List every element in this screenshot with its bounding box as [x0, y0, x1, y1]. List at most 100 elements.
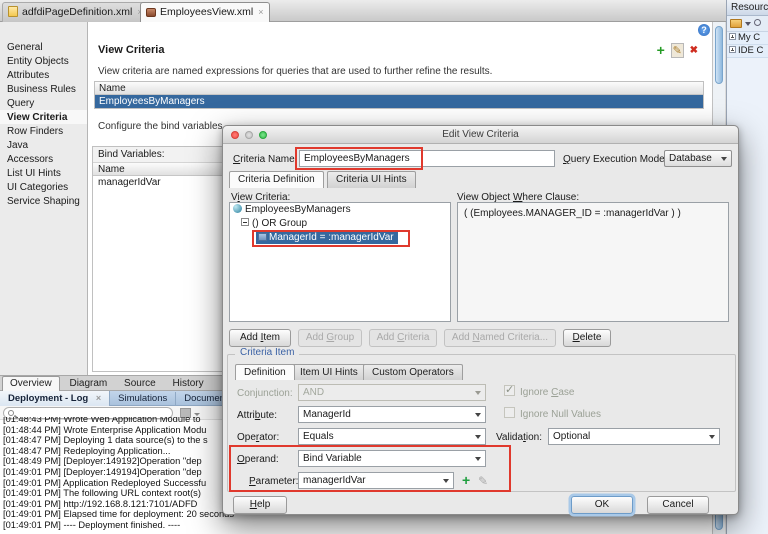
query-execution-mode-select[interactable]: Database — [664, 150, 732, 167]
nav-item-view-criteria[interactable]: View Criteria — [0, 110, 87, 124]
tab-custom-operators[interactable]: Custom Operators — [363, 364, 463, 380]
new-catalog-folder-icon[interactable] — [730, 19, 742, 28]
tree-item-row-selected[interactable]: ManagerId = :managerIdVar — [230, 231, 450, 245]
nav-item-general[interactable]: General — [0, 40, 87, 54]
nav-item-ui-categories[interactable]: UI Categories — [0, 180, 87, 194]
tree-group-label: () OR Group — [252, 218, 308, 229]
validation-select[interactable]: Optional — [548, 428, 720, 445]
tab-item-ui-hints[interactable]: Item UI Hints — [291, 364, 367, 380]
tab-deployment-log[interactable]: Deployment - Log × — [0, 391, 111, 406]
operand-label: Operand: — [237, 454, 279, 465]
create-bind-variable-icon[interactable]: + — [462, 472, 470, 488]
edit-view-criteria-dialog: Edit View Criteria Criteria Name: Employ… — [222, 125, 739, 515]
criteria-name-label: Criteria Name: — [233, 154, 298, 165]
expand-icon[interactable] — [729, 33, 736, 40]
ignore-case-checkbox[interactable]: ✓ — [504, 384, 515, 396]
tab-label: EmployeesView.xml — [160, 6, 254, 18]
tab-definition[interactable]: Definition — [235, 364, 295, 380]
add-view-criteria-icon[interactable]: + — [657, 42, 665, 58]
operand-select[interactable]: Bind Variable — [298, 450, 486, 467]
nav-item-attributes[interactable]: Attributes — [0, 68, 87, 82]
nav-item-java[interactable]: Java — [0, 138, 87, 152]
overview-nav-sidebar: General Entity Objects Attributes Busine… — [0, 22, 88, 375]
nav-item-query[interactable]: Query — [0, 96, 87, 110]
resources-item-my-catalogs[interactable]: My C — [727, 32, 768, 45]
tab-simulations[interactable]: Simulations — [110, 392, 177, 407]
add-named-criteria-button[interactable]: Add Named Criteria... — [444, 329, 556, 347]
scrollbar-thumb[interactable] — [715, 26, 723, 84]
where-clause-text: ( (Employees.MANAGER_ID = :managerIdVar … — [464, 208, 681, 219]
help-button[interactable]: Help — [233, 496, 287, 514]
nav-item-business-rules[interactable]: Business Rules — [0, 82, 87, 96]
resources-item-label: My C — [738, 32, 761, 43]
tab-adfdipagedefinition[interactable]: adfdiPageDefinition.xml× — [2, 2, 150, 22]
close-tab-icon[interactable]: × — [258, 7, 263, 17]
log-tab-label: Deployment - Log — [8, 393, 89, 404]
dropdown-arrow-icon — [475, 413, 481, 417]
zoom-window-icon[interactable] — [259, 131, 267, 139]
validation-label: Validation: — [496, 432, 542, 443]
criteria-name-input[interactable]: EmployeesByManagers — [299, 150, 555, 167]
nav-item-row-finders[interactable]: Row Finders — [0, 124, 87, 138]
resources-toolbar — [727, 16, 768, 32]
configure-bind-variables-text: Configure the bind variables — [98, 121, 223, 132]
nav-item-accessors[interactable]: Accessors — [0, 152, 87, 166]
ignore-null-values-checkbox[interactable] — [504, 407, 515, 418]
nav-item-entity-objects[interactable]: Entity Objects — [0, 54, 87, 68]
query-execution-mode-label: Query Execution Mode: — [563, 154, 668, 165]
view-criteria-tree: EmployeesByManagers () OR Group ManagerI… — [229, 202, 451, 322]
selected-value: Optional — [553, 431, 591, 442]
dropdown-arrow-icon — [721, 157, 727, 161]
expand-icon[interactable] — [729, 46, 736, 53]
log-line: [01:49:01 PM] ---- Deployment finished. … — [3, 519, 181, 530]
section-description: View criteria are named expressions for … — [98, 66, 493, 77]
cancel-button[interactable]: Cancel — [647, 496, 709, 514]
add-criteria-button[interactable]: Add Criteria — [369, 329, 437, 347]
dialog-title: Edit View Criteria — [442, 129, 519, 140]
operator-label: Operator: — [237, 432, 280, 443]
tree-group-row[interactable]: () OR Group — [230, 217, 450, 231]
table-row-selected[interactable]: EmployeesByManagers — [95, 95, 703, 108]
chevron-down-icon[interactable] — [745, 22, 751, 26]
tab-history[interactable]: History — [166, 377, 211, 392]
attribute-select[interactable]: ManagerId — [298, 406, 486, 423]
where-clause-box: ( (Employees.MANAGER_ID = :managerIdVar … — [457, 202, 729, 322]
resources-item-ide-connections[interactable]: IDE C — [727, 45, 768, 58]
selected-value: Equals — [303, 431, 334, 442]
tree-root-row[interactable]: EmployeesByManagers — [230, 203, 450, 217]
delete-view-criteria-icon[interactable]: ✖ — [690, 45, 698, 56]
nav-item-service-shaping[interactable]: Service Shaping — [0, 194, 87, 208]
add-group-button[interactable]: Add Group — [298, 329, 362, 347]
parameter-select[interactable]: managerIdVar — [298, 472, 454, 489]
ok-button[interactable]: OK — [571, 496, 633, 514]
column-header-name: Name — [95, 82, 703, 95]
ignore-case-label: Ignore Case — [520, 387, 575, 398]
attribute-label: Attribute: — [237, 410, 278, 421]
selected-value: ManagerId — [303, 409, 351, 420]
minimize-window-icon[interactable] — [245, 131, 253, 139]
edit-view-criteria-icon[interactable]: ✎ — [670, 42, 684, 58]
tab-diagram[interactable]: Diagram — [62, 377, 114, 392]
tab-overview[interactable]: Overview — [2, 376, 60, 391]
close-window-icon[interactable] — [231, 131, 239, 139]
tab-criteria-ui-hints[interactable]: Criteria UI Hints — [327, 171, 416, 188]
close-log-tab-icon[interactable]: × — [96, 393, 101, 403]
check-icon: ✓ — [505, 384, 515, 396]
tab-source[interactable]: Source — [117, 377, 163, 392]
ignore-null-values-label: Ignore Null Values — [520, 409, 601, 420]
nav-item-list-ui-hints[interactable]: List UI Hints — [0, 166, 87, 180]
view-criteria-table: Name EmployeesByManagers — [94, 81, 704, 109]
tree-item-label: ManagerId = :managerIdVar — [269, 232, 394, 243]
help-icon[interactable]: ? — [698, 24, 710, 36]
tab-criteria-definition[interactable]: Criteria Definition — [229, 171, 324, 188]
search-icon[interactable] — [754, 19, 761, 26]
delete-button[interactable]: Delete — [563, 329, 611, 347]
criteria-item-legend: Criteria Item — [235, 347, 300, 358]
tab-employeesview[interactable]: EmployeesView.xml × — [140, 2, 271, 22]
collapse-icon[interactable] — [241, 218, 249, 226]
operator-select[interactable]: Equals — [298, 428, 486, 445]
add-item-button[interactable]: Add Item — [229, 329, 291, 347]
conjunction-select[interactable]: AND — [298, 384, 486, 401]
dialog-title-bar[interactable]: Edit View Criteria — [223, 126, 738, 144]
edit-bind-variable-icon[interactable]: ✎ — [478, 474, 488, 488]
